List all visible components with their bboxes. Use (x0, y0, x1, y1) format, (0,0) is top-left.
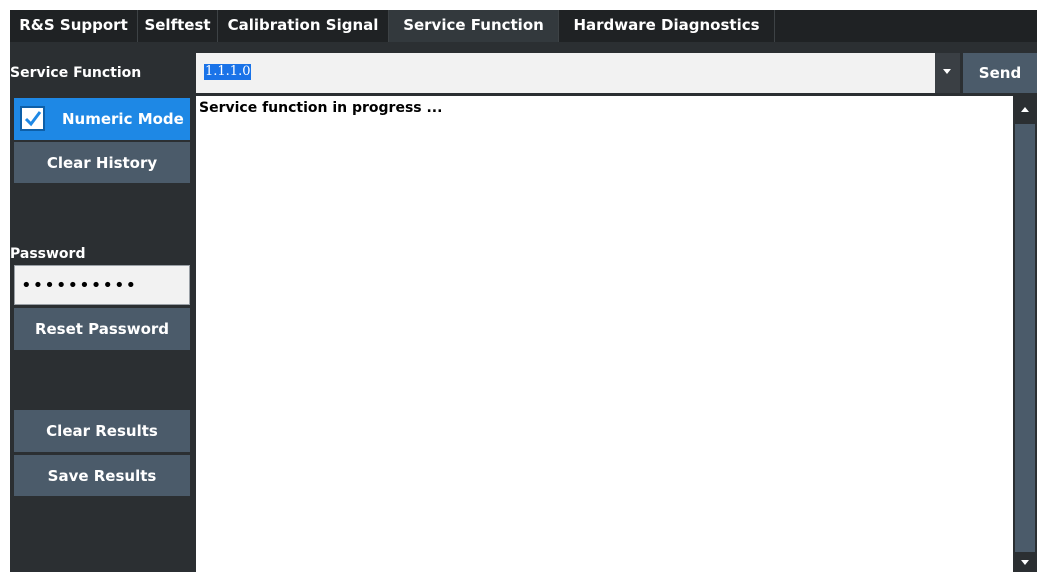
checkmark-icon (24, 111, 42, 127)
password-field[interactable]: •••••••••• (14, 265, 190, 305)
numeric-mode-checkbox[interactable] (20, 106, 45, 131)
reset-password-button[interactable]: Reset Password (14, 308, 190, 350)
tab-bar-filler (775, 10, 1037, 42)
password-value: •••••••••• (21, 274, 138, 296)
scroll-up-icon[interactable] (1019, 106, 1031, 114)
clear-results-label: Clear Results (46, 422, 158, 440)
output-scrollbar[interactable] (1013, 96, 1037, 572)
password-label: Password (10, 246, 86, 262)
clear-history-button[interactable]: Clear History (14, 142, 190, 183)
numeric-mode-toggle[interactable]: Numeric Mode (14, 98, 190, 140)
tab-bar: R&S Support Selftest Calibration Signal … (10, 10, 1037, 42)
service-window: R&S Support Selftest Calibration Signal … (10, 10, 1037, 572)
service-function-label: Service Function (10, 65, 142, 81)
clear-results-button[interactable]: Clear Results (14, 410, 190, 452)
tab-rs-support[interactable]: R&S Support (10, 10, 138, 42)
send-label: Send (978, 64, 1022, 82)
output-text: Service function in progress ... (199, 100, 443, 116)
service-function-input[interactable]: 1.1.1.0 (196, 53, 960, 93)
reset-password-label: Reset Password (34, 320, 170, 338)
scrollbar-thumb[interactable] (1015, 124, 1035, 552)
tab-selftest[interactable]: Selftest (138, 10, 218, 42)
save-results-button[interactable]: Save Results (14, 455, 190, 496)
chevron-down-icon (943, 69, 951, 74)
save-results-label: Save Results (47, 466, 157, 485)
tab-calibration-signal[interactable]: Calibration Signal (218, 10, 389, 42)
clear-history-label: Clear History (46, 153, 158, 172)
scroll-down-icon[interactable] (1019, 558, 1031, 566)
numeric-mode-label: Numeric Mode (62, 110, 184, 128)
tab-hardware-diagnostics[interactable]: Hardware Diagnostics (559, 10, 775, 42)
function-dropdown-button[interactable] (935, 53, 960, 93)
output-area[interactable]: Service function in progress ... (196, 96, 1013, 572)
service-function-value: 1.1.1.0 (204, 64, 252, 80)
tab-service-function[interactable]: Service Function (389, 10, 559, 42)
send-button[interactable]: Send (963, 53, 1037, 93)
